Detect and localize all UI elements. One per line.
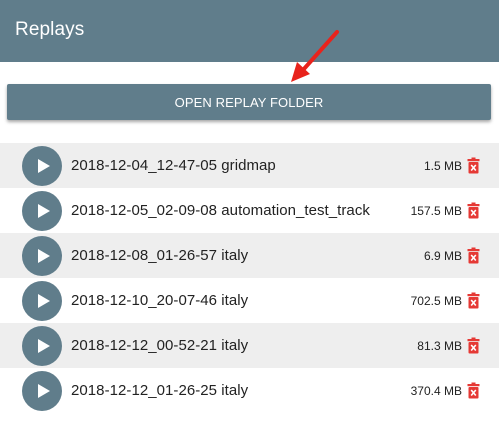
play-button[interactable] — [22, 370, 62, 411]
play-icon — [37, 158, 50, 173]
trash-icon — [467, 382, 479, 399]
replay-row: 2018-12-04_12-47-05 gridmap 1.5 MB — [0, 143, 499, 188]
trash-icon — [467, 157, 479, 174]
replay-row: 2018-12-08_01-26-57 italy 6.9 MB — [0, 233, 499, 278]
delete-replay-button[interactable] — [466, 202, 480, 220]
replay-row: 2018-12-05_02-09-08 automation_test_trac… — [0, 188, 499, 233]
replay-name: 2018-12-12_00-52-21 italy — [71, 337, 249, 354]
play-icon — [37, 203, 50, 218]
delete-replay-button[interactable] — [466, 247, 480, 265]
replay-row: 2018-12-12_00-52-21 italy 81.3 MB — [0, 323, 499, 368]
replay-list: 2018-12-04_12-47-05 gridmap 1.5 MB 2018-12… — [0, 143, 499, 413]
delete-replay-button[interactable] — [466, 337, 480, 355]
play-icon — [37, 293, 50, 308]
replay-size: 1.5 MB — [423, 158, 462, 173]
replay-size: 6.9 MB — [423, 248, 462, 263]
replay-row: 2018-12-12_01-26-25 italy 370.4 MB — [0, 368, 499, 413]
replay-name: 2018-12-08_01-26-57 italy — [71, 247, 249, 264]
trash-icon — [467, 337, 479, 354]
replay-size: 370.4 MB — [410, 383, 462, 398]
play-button[interactable] — [22, 280, 62, 321]
play-button[interactable] — [22, 235, 62, 276]
replay-size: 157.5 MB — [410, 203, 462, 218]
replay-name: 2018-12-10_20-07-46 italy — [71, 292, 249, 309]
play-icon — [37, 248, 50, 263]
replay-size: 702.5 MB — [410, 293, 462, 308]
delete-replay-button[interactable] — [466, 382, 480, 400]
play-button[interactable] — [22, 145, 62, 186]
open-replay-folder-button[interactable]: OPEN REPLAY FOLDER — [7, 84, 491, 120]
play-button[interactable] — [22, 325, 62, 366]
trash-icon — [467, 202, 479, 219]
play-button[interactable] — [22, 190, 62, 231]
replay-size: 81.3 MB — [417, 338, 462, 353]
replay-name: 2018-12-04_12-47-05 gridmap — [71, 157, 276, 174]
replay-row: 2018-12-10_20-07-46 italy 702.5 MB — [0, 278, 499, 323]
app-header: Replays — [0, 0, 499, 62]
replay-name: 2018-12-12_01-26-25 italy — [71, 382, 249, 399]
play-icon — [37, 383, 50, 398]
play-icon — [37, 338, 50, 353]
trash-icon — [467, 247, 479, 264]
page-title: Replays — [15, 19, 85, 40]
trash-icon — [467, 292, 479, 309]
delete-replay-button[interactable] — [466, 292, 480, 310]
delete-replay-button[interactable] — [466, 157, 480, 175]
replay-name: 2018-12-05_02-09-08 automation_test_trac… — [71, 202, 370, 219]
